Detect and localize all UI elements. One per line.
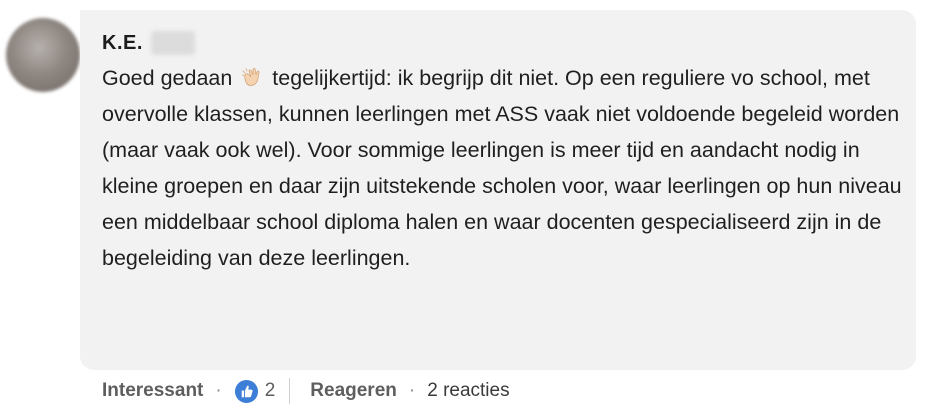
author-name-redacted	[150, 31, 195, 55]
reaction-count[interactable]: 2	[265, 380, 276, 402]
clapping-hands-icon	[242, 67, 260, 86]
avatar[interactable]	[6, 18, 80, 92]
comment-actions: Interessant · 2 Reageren · 2 reacties	[102, 376, 510, 406]
comment-text-start: Goed gedaan	[102, 66, 239, 90]
comment-text-rest: tegelijkertijd: ik begrijp dit niet. Op …	[102, 66, 902, 270]
like-icon[interactable]	[234, 379, 259, 404]
reaction-button[interactable]: Interessant	[102, 380, 203, 402]
author-name[interactable]: K.E.	[102, 32, 143, 55]
reply-button[interactable]: Reageren	[310, 380, 397, 402]
separator-dot-2: ·	[408, 380, 416, 401]
replies-link[interactable]: 2 reacties	[427, 380, 509, 402]
comment-author-row: K.E.	[102, 31, 195, 55]
comment-text: Goed gedaan tegelijkertijd: ik begrijp d…	[102, 60, 902, 276]
divider	[289, 378, 291, 404]
separator-dot: ·	[215, 380, 222, 401]
